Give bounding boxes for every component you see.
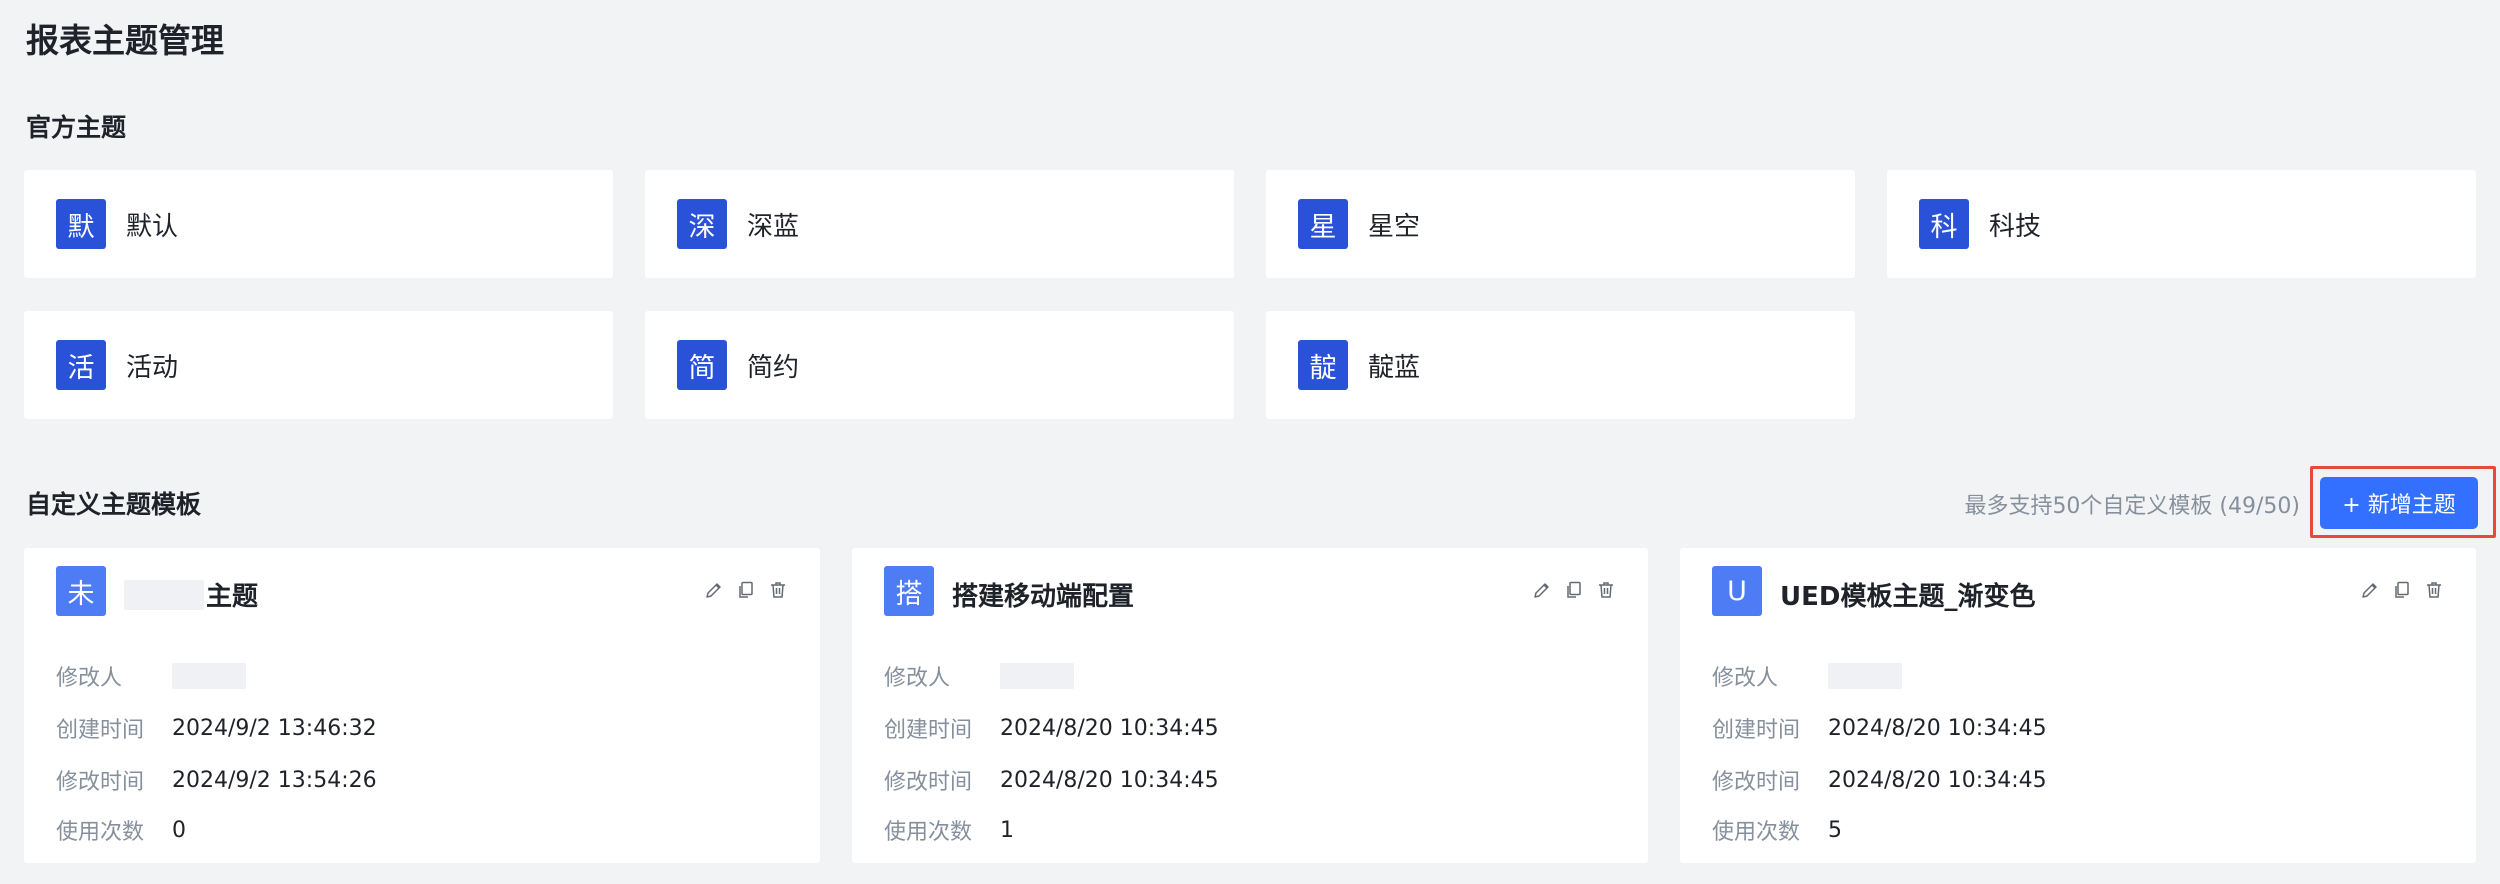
redacted-modifier [1828,663,1902,689]
usage-row: 使用次数 1 [884,814,1014,846]
created-label: 创建时间 [884,718,973,743]
delete-icon[interactable] [768,580,788,600]
copy-icon[interactable] [2392,580,2412,600]
modified-label: 修改时间 [56,770,145,795]
theme-badge: 星 [1298,199,1348,249]
template-name: 搭建移动端配置 [952,582,1135,612]
add-theme-button[interactable]: + 新增主题 [2320,477,2478,529]
official-theme-card-starry[interactable]: 星 星空 [1266,170,1855,278]
template-badge: U [1712,566,1762,616]
template-badge: 搭 [884,566,934,616]
created-label: 创建时间 [1712,718,1801,743]
created-row: 创建时间 2024/9/2 13:46:32 [56,712,377,744]
modifier-row: 修改人 [56,660,246,692]
template-title: 主题 [124,576,258,613]
delete-icon[interactable] [2424,580,2444,600]
edit-icon[interactable] [704,580,724,600]
custom-template-card[interactable]: 未 主题 修改人 创建时间 2024/9/2 13:46:32 修改时间 202… [24,548,820,863]
template-toolbar [704,580,788,600]
official-theme-card-activity[interactable]: 活 活动 [24,311,613,419]
redacted-modifier [172,663,246,689]
copy-icon[interactable] [736,580,756,600]
edit-icon[interactable] [1532,580,1552,600]
template-title: UED模板主题_渐变色 [1780,576,2035,613]
copy-icon[interactable] [1564,580,1584,600]
modifier-label: 修改人 [884,666,951,691]
template-limit-text: 最多支持50个自定义模板 (49/50) [1964,494,2300,519]
delete-icon[interactable] [1596,580,1616,600]
redacted-text [124,579,204,610]
created-row: 创建时间 2024/8/20 10:34:45 [884,712,1219,744]
template-name: UED模板主题_渐变色 [1780,582,2036,612]
official-theme-card-default[interactable]: 默 默认 [24,170,613,278]
modifier-label: 修改人 [1712,666,1779,691]
usage-label: 使用次数 [1712,820,1801,845]
theme-badge: 深 [677,199,727,249]
usage-value: 5 [1828,817,1842,843]
custom-template-card[interactable]: 搭 搭建移动端配置 修改人 创建时间 2024/8/20 10:34:45 修改… [852,548,1648,863]
official-theme-card-indigo[interactable]: 靛 靛蓝 [1266,311,1855,419]
modified-value: 2024/8/20 10:34:45 [1828,767,2047,793]
modified-label: 修改时间 [1712,770,1801,795]
modifier-label: 修改人 [56,666,123,691]
template-badge: 未 [56,566,106,616]
modifier-row: 修改人 [1712,660,1902,692]
modified-value: 2024/9/2 13:54:26 [172,767,377,793]
theme-name: 活动 [126,352,179,383]
add-button-highlight: + 新增主题 [2310,466,2496,538]
theme-management-page: 报表主题管理 官方主题 默 默认 深 深蓝 星 星空 科 科技 活 活动 简 简… [0,0,2500,884]
official-theme-card-simple[interactable]: 简 简约 [645,311,1234,419]
theme-name: 靛蓝 [1368,352,1421,383]
theme-badge: 靛 [1298,340,1348,390]
usage-label: 使用次数 [56,820,145,845]
edit-icon[interactable] [2360,580,2380,600]
modified-row: 修改时间 2024/8/20 10:34:45 [884,764,1219,796]
usage-label: 使用次数 [884,820,973,845]
modified-row: 修改时间 2024/8/20 10:34:45 [1712,764,2047,796]
custom-section-title: 自定义主题模板 [26,490,202,519]
official-section-title: 官方主题 [26,113,127,142]
template-title: 搭建移动端配置 [952,576,1134,613]
theme-badge: 活 [56,340,106,390]
template-toolbar [1532,580,1616,600]
theme-name: 星空 [1368,211,1421,242]
theme-badge: 科 [1919,199,1969,249]
custom-template-card[interactable]: U UED模板主题_渐变色 修改人 创建时间 2024/8/20 10:34:4… [1680,548,2476,863]
usage-value: 1 [1000,817,1014,843]
modified-row: 修改时间 2024/9/2 13:54:26 [56,764,377,796]
template-toolbar [2360,580,2444,600]
redacted-modifier [1000,663,1074,689]
theme-badge: 默 [56,199,106,249]
theme-name: 简约 [747,352,800,383]
theme-badge: 简 [677,340,727,390]
created-value: 2024/8/20 10:34:45 [1828,715,2047,741]
official-theme-card-deep-blue[interactable]: 深 深蓝 [645,170,1234,278]
modified-value: 2024/8/20 10:34:45 [1000,767,1219,793]
page-title: 报表主题管理 [26,21,224,60]
created-value: 2024/9/2 13:46:32 [172,715,377,741]
created-row: 创建时间 2024/8/20 10:34:45 [1712,712,2047,744]
usage-value: 0 [172,817,186,843]
theme-name: 深蓝 [747,211,800,242]
usage-row: 使用次数 5 [1712,814,1842,846]
template-name: 主题 [206,582,259,612]
official-theme-card-tech[interactable]: 科 科技 [1887,170,2476,278]
theme-name: 默认 [126,211,179,242]
created-label: 创建时间 [56,718,145,743]
modifier-row: 修改人 [884,660,1074,692]
modified-label: 修改时间 [884,770,973,795]
usage-row: 使用次数 0 [56,814,186,846]
created-value: 2024/8/20 10:34:45 [1000,715,1219,741]
theme-name: 科技 [1989,211,2042,242]
